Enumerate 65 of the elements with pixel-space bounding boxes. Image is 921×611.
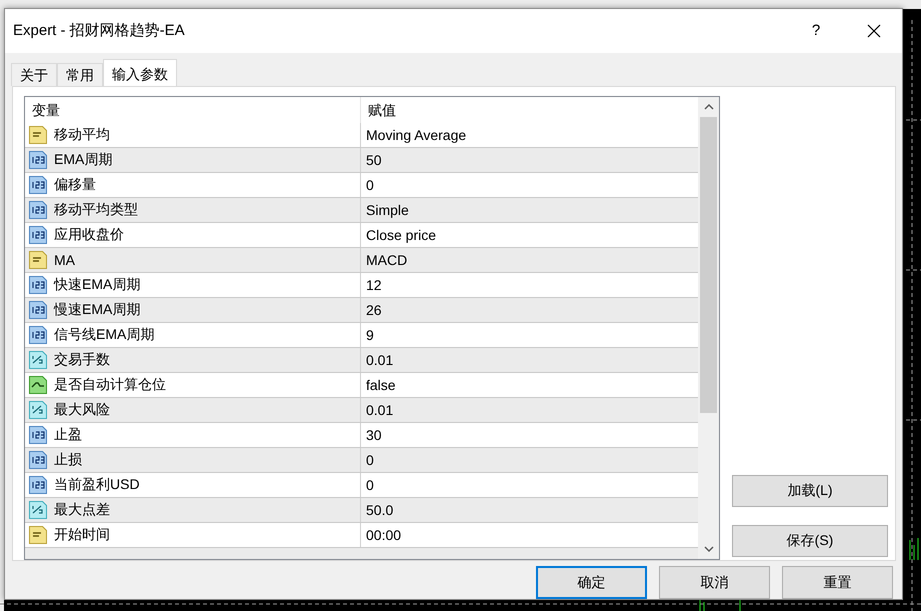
parameter-value[interactable]: false [361,372,698,397]
parameter-name: 移动平均 [54,126,110,144]
tab[interactable]: 输入参数 [103,58,177,86]
parameter-value[interactable]: 0 [361,172,698,197]
window-title: Expert - 招财网格趋势-EA [13,21,186,40]
scroll-down-icon[interactable] [704,546,714,552]
tab[interactable]: 关于 [11,62,57,86]
help-button[interactable]: ? [796,22,836,40]
parameter-value[interactable]: 26 [361,298,698,322]
parameter-name: MA [54,252,75,268]
integer-type-icon [28,300,48,320]
parameter-value[interactable]: 0 [361,472,698,497]
parameter-value[interactable]: Simple [361,198,698,222]
parameter-value[interactable]: 50 [361,148,698,172]
parameter-name: 移动平均类型 [54,200,138,219]
parameter-name: 偏移量 [54,176,96,194]
tab[interactable]: 常用 [57,62,103,86]
integer-type-icon [28,424,48,445]
parameter-name: 交易手数 [54,350,110,369]
parameter-name: 当前盈利USD [54,476,140,494]
parameter-name: 信号线EMA周期 [54,326,154,344]
integer-type-icon [28,200,48,220]
integer-type-icon [28,174,48,195]
parameter-value[interactable]: 0 [361,448,698,472]
decimal-type-icon [28,500,48,520]
side-button[interactable]: 加载(L) [732,475,888,507]
toggle-type-icon [28,374,48,395]
parameter-value[interactable]: Close price [361,222,698,247]
parameter-value[interactable]: MACD [361,248,698,272]
parameter-name: 开始时间 [54,526,110,544]
parameter-value[interactable]: 30 [361,422,698,447]
text-type-icon [28,524,48,545]
parameter-name: 止损 [54,450,82,469]
scrollbar[interactable] [698,96,719,559]
integer-type-icon [28,324,48,345]
parameter-name: 最大风险 [54,400,110,419]
parameter-value[interactable]: Moving Average [361,122,698,147]
parameter-value[interactable]: 50.0 [361,498,698,522]
decimal-type-icon [28,400,48,420]
text-type-icon [28,124,48,145]
text-type-icon [28,250,48,270]
parameter-value[interactable]: 0.01 [361,398,698,422]
parameter-value[interactable]: 12 [361,272,698,297]
scroll-up-icon[interactable] [704,104,714,110]
parameter-name: 是否自动计算仓位 [54,376,166,394]
integer-type-icon [28,150,48,170]
integer-type-icon [28,224,48,245]
parameter-name: EMA周期 [54,150,112,169]
dialog-button[interactable]: 确定 [536,566,647,599]
column-header[interactable]: 赋值 [361,96,698,123]
side-button[interactable]: 保存(S) [732,525,888,557]
parameter-value[interactable]: 00:00 [361,522,698,547]
parameter-name: 快速EMA周期 [54,276,140,294]
parameter-name: 最大点差 [54,500,110,519]
integer-type-icon [28,450,48,470]
parameter-name: 止盈 [54,426,82,444]
parameter-name: 应用收盘价 [54,226,124,244]
parameter-value[interactable]: 9 [361,322,698,347]
parameter-value[interactable]: 0.01 [361,348,698,372]
integer-type-icon [28,474,48,495]
dialog-button[interactable]: 重置 [782,566,893,599]
decimal-type-icon [28,350,48,370]
dialog-button[interactable]: 取消 [659,566,770,599]
integer-type-icon [28,274,48,295]
parameter-name: 慢速EMA周期 [54,300,140,319]
